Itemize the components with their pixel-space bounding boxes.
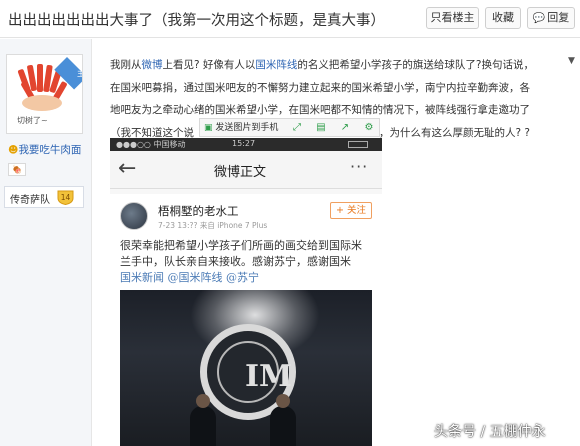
thread-header: 出出出出出出出大事了（我第一次用这个标题，是真大事） 只看楼主 收藏 💬 回复 [0, 0, 580, 38]
battery-icon [348, 141, 368, 148]
phone-icon: ▣ [204, 123, 213, 133]
text-segment: 我刚从 [110, 59, 142, 71]
weibo-line-1: 很荣幸能把希望小学孩子们所画的画交给到国际米 [120, 239, 362, 252]
user-sidebar: 楼主 切树了~ ☻我要吃牛肉面 🍖 传奇萨队 14 [0, 39, 92, 446]
level-number: 14 [61, 193, 71, 202]
text-segment: 上看见? 好像有人以 [162, 59, 256, 71]
reply-button[interactable]: 💬 回复 [527, 7, 575, 29]
level-shield-icon: 14 [57, 190, 74, 206]
weibo-nav-bar: ← 微博正文 ··· [110, 151, 382, 189]
post-line-2: 在国米吧募捐，通过国米吧友的不懈努力建立起来的国米希望小学，南宁内拉辛勤奔波，各 [110, 81, 530, 94]
weibo-meta: 7-23 13:?? 来自 iPhone 7 Plus [158, 221, 268, 230]
person-figure [270, 394, 296, 446]
level-name: 传奇萨队 [10, 195, 50, 206]
weibo-avatar [120, 202, 148, 230]
weibo-page-title: 微博正文 [214, 165, 267, 180]
text-segment: 的名义把希望小学孩子的旗送给球队了?换句话说， [297, 59, 534, 71]
username-link[interactable]: ☻我要吃牛肉面 [8, 142, 81, 157]
send-to-phone-label: 发送图片到手机 [215, 123, 279, 133]
phone-status-bar: ●●●○○ 中国移动 15:27 [110, 138, 382, 151]
weibo-author: 梧桐墅的老水工 [158, 204, 239, 218]
inter-front-link[interactable]: 国米阵线 [255, 59, 297, 71]
weibo-line-2: 兰手中，队长亲自来接收。感谢苏宁，感谢国米 [120, 255, 351, 268]
weibo-link[interactable]: 微博 [142, 59, 163, 71]
clock-label: 15:27 [232, 139, 256, 148]
carrier-label: ●●●○○ 中国移动 [116, 140, 186, 149]
post-line-1: 我刚从微博上看见? 好像有人以国米阵线的名义把希望小学孩子的旗送给球队了?换句话… [110, 54, 566, 77]
weibo-follow-button: + 关注 [330, 202, 372, 219]
settings-icon[interactable]: ⚙ [362, 121, 376, 135]
level-badge: 14 [57, 189, 74, 206]
fullscreen-icon[interactable]: ⤢ [290, 121, 304, 135]
user-level[interactable]: 传奇萨队 14 [4, 186, 84, 208]
embedded-screenshot[interactable]: ●●●○○ 中国移动 15:27 ← 微博正文 ··· 梧桐墅的老水工 7-23… [110, 138, 382, 446]
send-to-phone-button[interactable]: ▣ 发送图片到手机 [204, 121, 278, 135]
inter-monogram-icon: IM [245, 359, 293, 394]
share-icon[interactable]: ↗ [338, 121, 352, 135]
smiley-icon: ☻ [8, 145, 19, 156]
favorite-button[interactable]: 收藏 [485, 7, 521, 29]
save-icon[interactable]: ▤ [314, 121, 328, 135]
weibo-tags: 国米新闻 @国米阵线 @苏宁 [120, 271, 259, 284]
image-toolbar: ▣ 发送图片到手机 ⤢ ▤ ↗ ⚙ [199, 118, 380, 137]
text-segment: （我不知道这个说 [110, 126, 194, 139]
thread-title: 出出出出出出出大事了（我第一次用这个标题，是真大事） [8, 13, 385, 29]
weibo-body: 很荣幸能把希望小学孩子们所画的画交给到国际米 兰手中，队长亲自来接收。感谢苏宁，… [120, 238, 376, 286]
text-segment: ，为什么有这么厚颜无耻的人? ? [379, 126, 530, 139]
comment-icon: 💬 [532, 13, 546, 24]
menu-arrow-icon[interactable]: ▼ [568, 56, 575, 66]
more-icon: ··· [350, 157, 369, 176]
fan-badge[interactable]: 🍖 [8, 163, 26, 176]
username: 我要吃牛肉面 [18, 144, 82, 156]
owner-only-button[interactable]: 只看楼主 [426, 7, 479, 29]
weibo-photo: IM [120, 290, 372, 446]
reply-label: 回复 [547, 11, 570, 24]
inter-logo-inner: IM [217, 341, 292, 403]
avatar-caption: 切树了~ [17, 116, 48, 125]
person-figure [190, 394, 216, 446]
weibo-card: 梧桐墅的老水工 7-23 13:?? 来自 iPhone 7 Plus + 关注… [110, 194, 382, 446]
back-arrow-icon: ← [118, 156, 137, 181]
watermark: 头条号 / 五棚仲永 [434, 424, 546, 440]
owner-tag-label: 楼主 [77, 57, 82, 79]
avatar[interactable]: 楼主 切树了~ [6, 54, 83, 134]
